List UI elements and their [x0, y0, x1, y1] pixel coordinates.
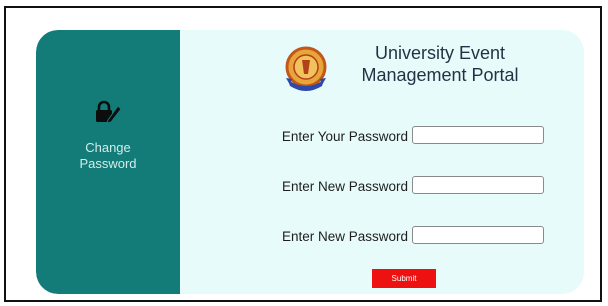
current-password-row: Enter Your Password: [256, 126, 566, 148]
portal-title-line2: Management Portal: [361, 65, 519, 85]
university-seal-logo: [285, 46, 327, 91]
confirm-password-row: Enter New Password: [256, 226, 566, 248]
submit-button[interactable]: Submit: [372, 269, 436, 288]
current-password-input[interactable]: [412, 126, 544, 144]
new-password-input[interactable]: [412, 176, 544, 194]
new-password-row: Enter New Password: [256, 176, 566, 198]
current-password-label: Enter Your Password: [281, 129, 408, 144]
sidebar: Change Password: [36, 30, 180, 294]
window-frame: Change Password University Event Managem…: [4, 6, 602, 302]
sidebar-label-line1: Change: [85, 140, 131, 155]
lock-edit-icon: [96, 100, 122, 124]
sidebar-label: Change Password: [36, 140, 180, 172]
confirm-password-label: Enter New Password: [281, 229, 408, 244]
new-password-label: Enter New Password: [281, 179, 408, 194]
portal-title: University Event Management Portal: [340, 42, 540, 86]
portal-header: University Event Management Portal: [282, 42, 542, 94]
confirm-password-input[interactable]: [412, 226, 544, 244]
change-password-card: Change Password University Event Managem…: [36, 30, 584, 294]
portal-title-line1: University Event: [374, 43, 506, 63]
sidebar-label-line2: Password: [79, 156, 137, 171]
